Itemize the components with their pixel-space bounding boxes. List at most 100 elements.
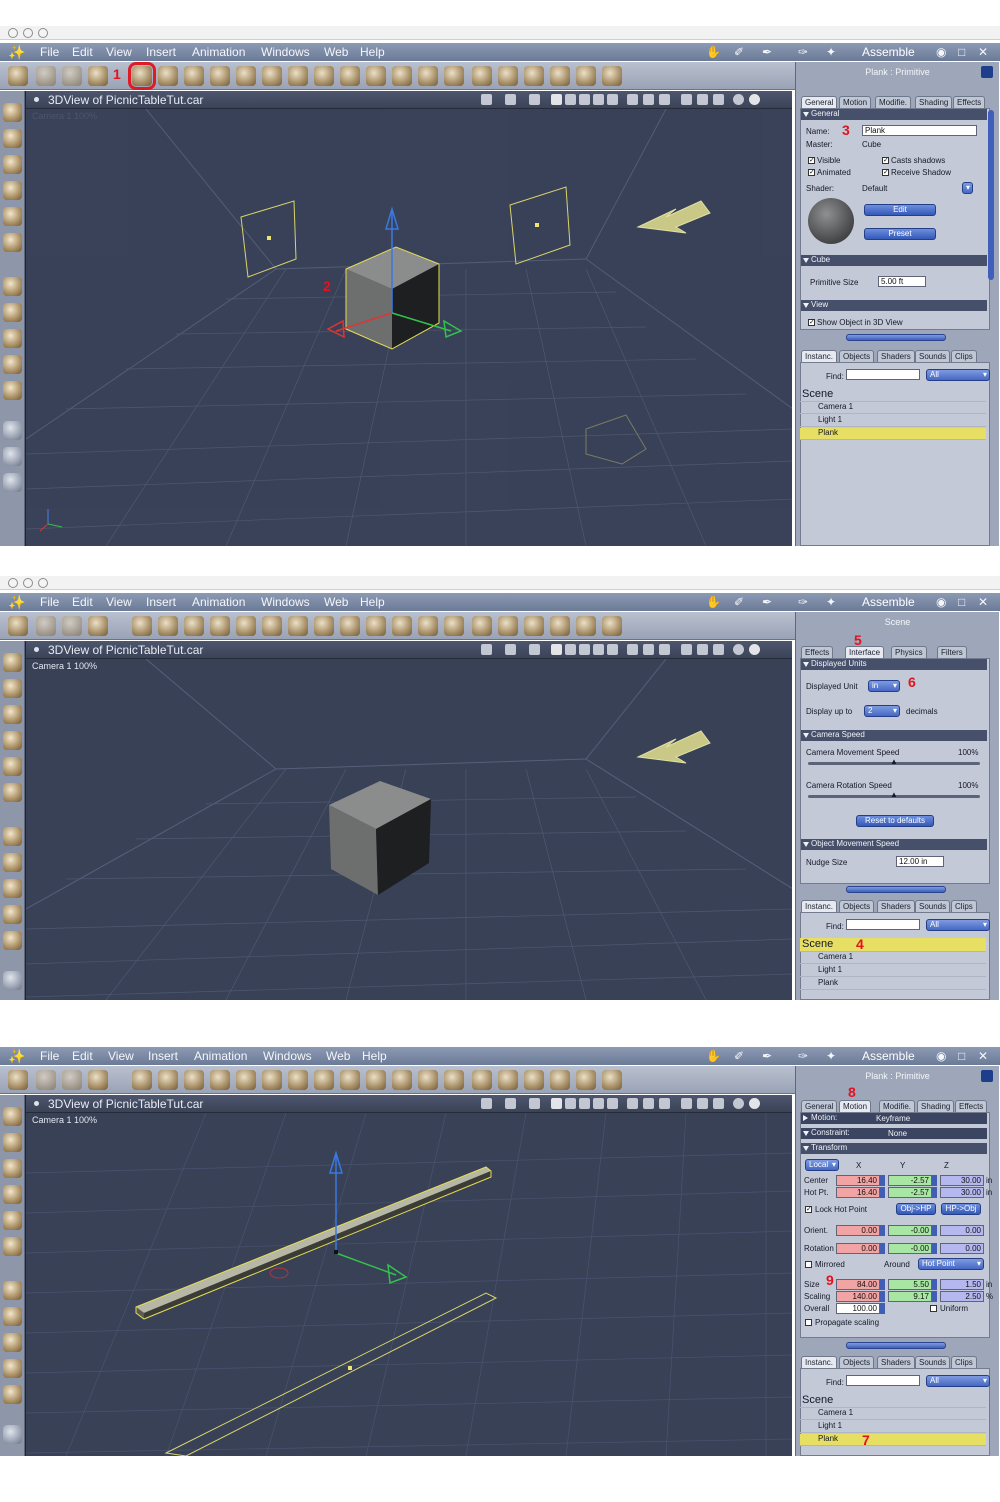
scene-root[interactable]: Scene [800, 1394, 986, 1408]
layout-four-icon[interactable] [593, 644, 604, 655]
gear-icon[interactable] [288, 1070, 308, 1090]
close-icon[interactable]: ✕ [978, 45, 988, 59]
view-ctrl-icon[interactable] [505, 1098, 516, 1109]
move-arrow-icon[interactable] [3, 679, 22, 698]
room-hand-icon[interactable]: ✋ [706, 45, 721, 59]
tree-icon[interactable] [340, 66, 360, 86]
size-y-stepper[interactable] [932, 1279, 937, 1290]
hot-point-x-field[interactable]: 16.40 [836, 1187, 880, 1198]
dolly-camera-icon[interactable] [3, 853, 22, 872]
mirrored-checkbox[interactable] [805, 1261, 812, 1268]
render-sphere-icon[interactable] [749, 644, 760, 655]
link-icon[interactable] [3, 783, 22, 802]
cube-icon[interactable] [132, 1070, 152, 1090]
rotate-z-icon[interactable] [3, 181, 22, 200]
viewport-menu-icon[interactable] [34, 1101, 39, 1106]
view-ctrl-icon[interactable] [659, 94, 670, 105]
view-ctrl-icon[interactable] [681, 94, 692, 105]
tab-objects[interactable]: Objects [839, 350, 875, 362]
scaling-x-field[interactable]: 140.00 [836, 1291, 880, 1302]
panel-splitter[interactable] [846, 1342, 946, 1349]
tab-instances[interactable]: Instanc. [801, 350, 838, 362]
tab-effects[interactable]: Effects [801, 646, 834, 658]
light-icon[interactable] [524, 66, 544, 86]
move-arrow-icon[interactable] [3, 129, 22, 148]
rotate-icon[interactable] [3, 705, 22, 724]
bowl-icon[interactable] [472, 616, 492, 636]
dolly-camera-icon[interactable] [3, 303, 22, 322]
menu-insert[interactable]: Insert [146, 595, 176, 609]
tab-general[interactable]: General [801, 96, 838, 108]
room-texture-icon[interactable]: ✑ [798, 1049, 808, 1063]
close-window-button[interactable] [8, 28, 18, 38]
view-ctrl-icon[interactable] [697, 94, 708, 105]
room-model-icon[interactable]: ✐ [734, 45, 744, 59]
view-ctrl-icon[interactable] [697, 644, 708, 655]
move-camera-icon[interactable] [3, 827, 22, 846]
rotate-icon[interactable] [3, 155, 22, 174]
layout-four-icon[interactable] [593, 1098, 604, 1109]
room-hand-icon[interactable]: ✋ [706, 1049, 721, 1063]
cylinder-icon[interactable] [158, 1070, 178, 1090]
tab-shaders[interactable]: Shaders [877, 900, 915, 912]
layout-grid-icon[interactable] [607, 1098, 618, 1109]
panel-splitter[interactable] [846, 334, 946, 341]
tab-clips[interactable]: Clips [951, 350, 977, 362]
tab-objects[interactable]: Objects [839, 900, 875, 912]
close-icon[interactable]: ✕ [978, 595, 988, 609]
tab-shading[interactable]: Shading [915, 96, 953, 108]
hammer-icon[interactable] [498, 66, 518, 86]
brush-icon[interactable] [8, 1070, 28, 1090]
brush-icon[interactable] [8, 616, 28, 636]
scene-item-plank[interactable]: Plank [800, 978, 986, 990]
tab-sounds[interactable]: Sounds [915, 350, 951, 362]
cone-icon[interactable] [236, 66, 256, 86]
panel-collapse-button[interactable] [981, 1070, 993, 1082]
cube-icon[interactable] [128, 62, 156, 90]
eye-icon[interactable]: ◉ [936, 595, 946, 609]
menu-web[interactable]: Web [324, 45, 348, 59]
torus-icon[interactable] [210, 66, 230, 86]
room-storyboard-icon[interactable]: ✒ [762, 595, 772, 609]
shaded-sphere-icon[interactable] [733, 644, 744, 655]
scaling-z-field[interactable]: 2.50 [940, 1291, 984, 1302]
rotation-z-field[interactable]: 0.00 [940, 1243, 984, 1254]
panel-splitter[interactable] [846, 886, 946, 893]
view-ctrl-icon[interactable] [713, 94, 724, 105]
bone-icon[interactable] [602, 66, 622, 86]
hammer-icon[interactable] [498, 616, 518, 636]
orbit-camera-icon[interactable] [3, 355, 22, 374]
sphere-icon[interactable] [184, 66, 204, 86]
plane-icon[interactable] [314, 1070, 334, 1090]
menu-help[interactable]: Help [362, 1049, 387, 1063]
paint-icon[interactable] [62, 1070, 82, 1090]
view-ctrl-icon[interactable] [643, 644, 654, 655]
section-object-movement[interactable]: Object Movement Speed [801, 839, 987, 850]
cone-icon[interactable] [236, 1070, 256, 1090]
zoom-icon[interactable] [3, 473, 22, 492]
gear-icon[interactable] [288, 66, 308, 86]
bone-icon[interactable] [602, 1070, 622, 1090]
casts-shadows-checkbox[interactable]: ✓ [882, 157, 889, 164]
view-ctrl-icon[interactable] [659, 1098, 670, 1109]
scene-item-camera[interactable]: Camera 1 [800, 402, 986, 414]
terrain-icon[interactable] [366, 1070, 386, 1090]
pointer-icon[interactable] [88, 616, 108, 636]
cube-icon[interactable] [132, 616, 152, 636]
menu-help[interactable]: Help [360, 45, 385, 59]
rotation-y-stepper[interactable] [932, 1243, 937, 1254]
orient-y-stepper[interactable] [932, 1225, 937, 1236]
rotate-icon[interactable] [3, 1159, 22, 1178]
3d-viewport[interactable]: 3DView of PicnicTableTut.car Came [25, 1095, 792, 1456]
room-model-icon[interactable]: ✐ [734, 1049, 744, 1063]
view-ctrl-icon[interactable] [713, 1098, 724, 1109]
view-ctrl-icon[interactable] [529, 1098, 540, 1109]
bowl-icon[interactable] [472, 1070, 492, 1090]
particles-icon[interactable] [550, 616, 570, 636]
ground-icon[interactable] [444, 616, 464, 636]
view-ctrl-icon[interactable] [529, 644, 540, 655]
find-input[interactable] [846, 919, 920, 930]
tree-icon[interactable] [340, 1070, 360, 1090]
rotation-y-field[interactable]: -0.00 [888, 1243, 932, 1254]
pan-camera-icon[interactable] [3, 1333, 22, 1352]
